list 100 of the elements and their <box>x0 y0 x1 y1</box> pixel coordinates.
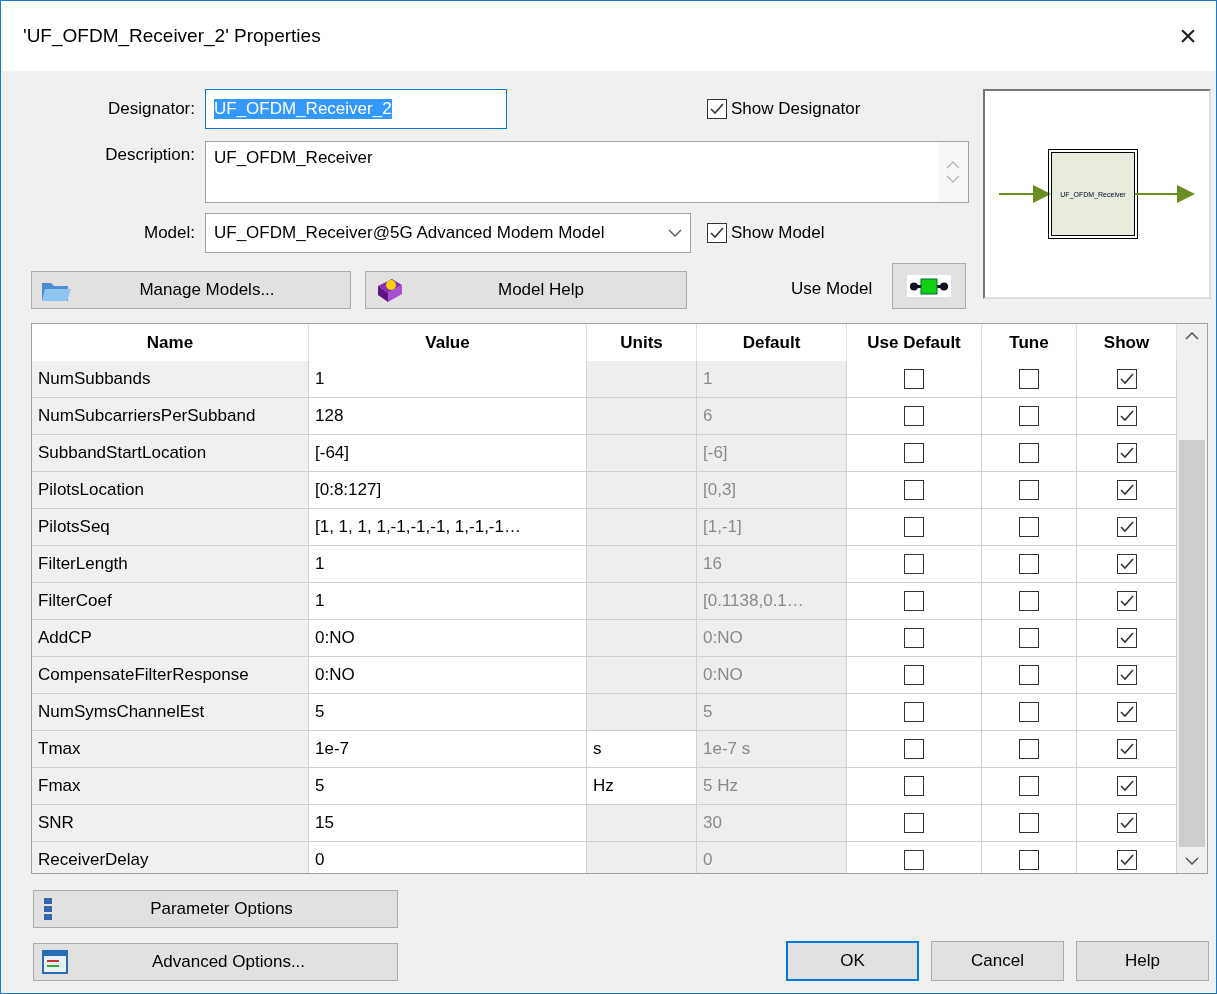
table-cell[interactable]: 5 <box>309 694 587 731</box>
checkbox[interactable] <box>1116 739 1137 759</box>
field-label: Designator: <box>107 99 196 119</box>
options-button[interactable]: Parameter Options <box>33 890 398 928</box>
table-cell: [-6] <box>697 435 847 472</box>
checkbox[interactable] <box>904 776 924 796</box>
table-cell: 30 <box>697 805 847 842</box>
table-cell: ReceiverDelay <box>32 842 309 873</box>
checkbox[interactable] <box>904 480 924 500</box>
checkbox[interactable] <box>1116 665 1137 685</box>
dialog-button[interactable]: Cancel <box>931 941 1064 981</box>
scrollbar-thumb[interactable] <box>1179 440 1205 847</box>
checkbox[interactable] <box>1019 702 1039 722</box>
table-cell[interactable]: 1 <box>309 583 587 620</box>
checkbox[interactable] <box>707 223 727 243</box>
checkbox[interactable] <box>904 443 924 463</box>
checkbox[interactable] <box>1116 554 1137 574</box>
checkbox[interactable] <box>904 369 924 389</box>
table-cell[interactable]: 0:NO <box>309 657 587 694</box>
window-icon <box>42 950 68 974</box>
checkbox[interactable] <box>904 554 924 574</box>
checkbox[interactable] <box>1019 850 1039 870</box>
options-button[interactable]: Advanced Options... <box>33 943 398 981</box>
table-cell: FilterLength <box>32 546 309 583</box>
table-cell: NumSubbands <box>32 361 309 398</box>
toolbar-button[interactable]: Model Help <box>365 271 687 309</box>
checkbox[interactable] <box>1019 406 1039 426</box>
table-cell: CompensateFilterResponse <box>32 657 309 694</box>
checkbox[interactable] <box>1116 517 1137 537</box>
toolbar-button[interactable]: Manage Models... <box>31 271 351 309</box>
table-cell: 6 <box>697 398 847 435</box>
table-cell: 1 <box>697 361 847 398</box>
table-cell[interactable]: 1 <box>309 546 587 583</box>
table-cell: s <box>587 731 697 768</box>
checkbox[interactable] <box>1019 443 1039 463</box>
checkbox[interactable] <box>707 99 727 119</box>
checkbox[interactable] <box>1116 406 1137 426</box>
window-title: 'UF_OFDM_Receiver_2' Properties <box>23 25 321 47</box>
checkbox[interactable] <box>1019 591 1039 611</box>
checkbox[interactable] <box>904 517 924 537</box>
checkbox[interactable] <box>1116 480 1137 500</box>
table-cell: Fmax <box>32 768 309 805</box>
checkbox[interactable] <box>1116 443 1137 463</box>
checkbox[interactable] <box>1019 480 1039 500</box>
checkbox[interactable] <box>1019 739 1039 759</box>
table-cell[interactable]: 1 <box>309 361 587 398</box>
checkbox[interactable] <box>904 665 924 685</box>
table-cell: SNR <box>32 805 309 842</box>
checkbox[interactable] <box>1019 554 1039 574</box>
list-icon <box>42 896 54 922</box>
table-cell: PilotsSeq <box>32 509 309 546</box>
scroll-up-icon[interactable] <box>1185 332 1199 340</box>
checkbox[interactable] <box>1116 591 1137 611</box>
table-cell[interactable]: 128 <box>309 398 587 435</box>
checkbox[interactable] <box>1019 776 1039 796</box>
table-cell: [0.1138,0.1… <box>697 583 847 620</box>
table-cell[interactable]: [-64] <box>309 435 587 472</box>
model-block-icon <box>906 275 953 297</box>
table-cell: 5 Hz <box>697 768 847 805</box>
table-cell[interactable]: 15 <box>309 805 587 842</box>
checkbox[interactable] <box>904 702 924 722</box>
table-cell[interactable]: 1e-7 <box>309 731 587 768</box>
dialog-button[interactable]: OK <box>786 941 919 981</box>
checkbox[interactable] <box>1116 369 1137 389</box>
checkbox[interactable] <box>1116 776 1137 796</box>
table-cell[interactable]: 5 <box>309 768 587 805</box>
checkbox[interactable] <box>904 850 924 870</box>
table-cell: [1,-1] <box>697 509 847 546</box>
use-model-button[interactable] <box>892 263 967 309</box>
close-button[interactable]: × <box>1160 6 1216 66</box>
checkbox[interactable] <box>1019 517 1039 537</box>
table-cell: 0:NO <box>697 657 847 694</box>
arrow-icon <box>999 184 1051 204</box>
dialog-button[interactable]: Help <box>1076 941 1209 981</box>
checkbox[interactable] <box>904 628 924 648</box>
checkbox[interactable] <box>1116 628 1137 648</box>
table-cell: 0:NO <box>697 620 847 657</box>
table-cell[interactable]: [0:8:127] <box>309 472 587 509</box>
scroll-down-icon[interactable] <box>1185 857 1199 865</box>
checkbox[interactable] <box>904 813 924 833</box>
table-cell: 1e-7 s <box>697 731 847 768</box>
checkbox-label: Show Model <box>731 223 825 243</box>
checkbox[interactable] <box>1019 813 1039 833</box>
table-cell: 5 <box>697 694 847 731</box>
table-cell[interactable]: [1, 1, 1, 1,-1,-1,-1, 1,-1,-1… <box>309 509 587 546</box>
checkbox[interactable] <box>1116 813 1137 833</box>
model-dropdown[interactable]: UF_OFDM_Receiver@5G Advanced Modem Model <box>205 213 691 253</box>
checkbox[interactable] <box>904 406 924 426</box>
table-cell: NumSymsChannelEst <box>32 694 309 731</box>
checkbox[interactable] <box>1116 702 1137 722</box>
checkbox[interactable] <box>1019 665 1039 685</box>
checkbox[interactable] <box>904 739 924 759</box>
checkbox[interactable] <box>904 591 924 611</box>
field-label: Description: <box>104 144 196 165</box>
field-label: Model: <box>142 223 196 243</box>
checkbox[interactable] <box>1019 628 1039 648</box>
checkbox[interactable] <box>1116 850 1137 870</box>
checkbox[interactable] <box>1019 369 1039 389</box>
table-cell[interactable]: 0:NO <box>309 620 587 657</box>
table-cell: AddCP <box>32 620 309 657</box>
